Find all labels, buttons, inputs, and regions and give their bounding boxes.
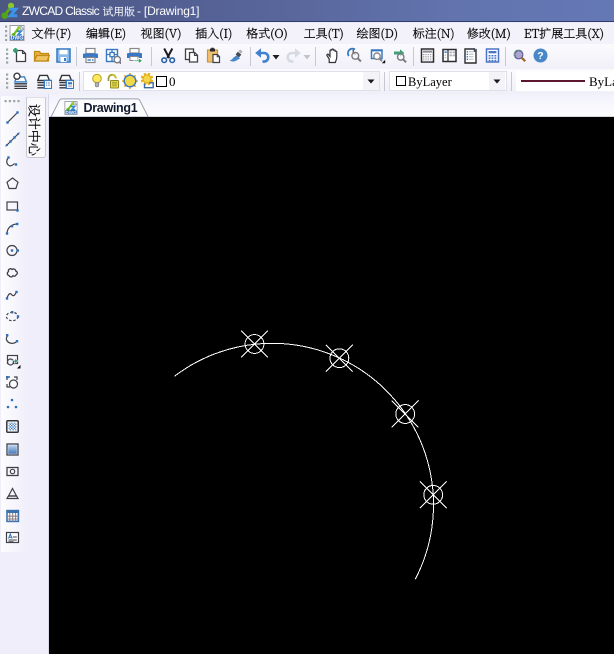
svg-text:?: ?	[537, 50, 543, 62]
svg-text:DWG: DWG	[65, 110, 77, 115]
